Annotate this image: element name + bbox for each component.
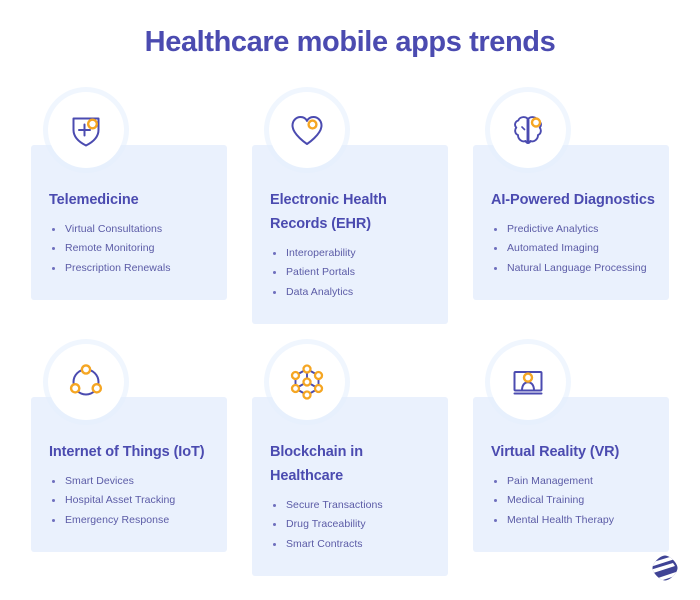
card-title: Virtual Reality (VR) xyxy=(491,444,620,461)
brand-logo-mark xyxy=(651,554,679,582)
heart-icon xyxy=(269,92,345,168)
card-electronic-health-records: Electronic Health Records (EHR) Interope… xyxy=(252,92,448,325)
infographic-root: Healthcare mobile apps trends Telemedici… xyxy=(0,0,700,600)
list-item: Smart Contracts xyxy=(270,535,434,554)
page-title: Healthcare mobile apps trends xyxy=(144,26,556,58)
card-title: Internet of Things (IoT) xyxy=(49,444,205,461)
list-item: Secure Transactions xyxy=(270,496,434,515)
list-item: Prescription Renewals xyxy=(49,259,213,278)
list-item: Drug Traceability xyxy=(270,515,434,534)
blockchain-hexagon-icon xyxy=(269,344,345,421)
card-body: Internet of Things (IoT) Smart Devices H… xyxy=(31,397,227,553)
list-item: Emergency Response xyxy=(49,511,213,530)
cards-grid: Telemedicine Virtual Consultations Remot… xyxy=(31,92,669,577)
card-feature-list: Predictive Analytics Automated Imaging N… xyxy=(491,220,655,278)
card-feature-list: Secure Transactions Drug Traceability Sm… xyxy=(270,496,434,554)
list-item: Patient Portals xyxy=(270,263,434,282)
list-item: Virtual Consultations xyxy=(49,220,213,239)
card-title: AI-Powered Diagnostics xyxy=(491,192,655,208)
list-item: Pain Management xyxy=(491,472,655,491)
vr-screen-icon xyxy=(490,344,566,421)
card-title: Blockchain in Healthcare xyxy=(270,444,363,485)
shield-plus-icon xyxy=(48,92,124,168)
card-feature-list: Pain Management Medical Training Mental … xyxy=(491,472,655,530)
card-virtual-reality: Virtual Reality (VR) Pain Management Med… xyxy=(473,344,669,576)
card-feature-list: Interoperability Patient Portals Data An… xyxy=(270,244,434,302)
card-title: Telemedicine xyxy=(49,192,139,208)
list-item: Smart Devices xyxy=(49,472,213,491)
list-item: Automated Imaging xyxy=(491,239,655,258)
network-circle-icon xyxy=(48,344,124,421)
card-body: Blockchain in Healthcare Secure Transact… xyxy=(252,397,448,577)
card-body: AI-Powered Diagnostics Predictive Analyt… xyxy=(473,145,669,301)
card-body: Telemedicine Virtual Consultations Remot… xyxy=(31,145,227,301)
list-item: Natural Language Processing xyxy=(491,259,655,278)
card-feature-list: Virtual Consultations Remote Monitoring … xyxy=(49,220,213,278)
card-title: Electronic Health Records (EHR) xyxy=(270,192,387,232)
card-internet-of-things: Internet of Things (IoT) Smart Devices H… xyxy=(31,344,227,576)
card-body: Virtual Reality (VR) Pain Management Med… xyxy=(473,397,669,553)
list-item: Data Analytics xyxy=(270,283,434,302)
list-item: Interoperability xyxy=(270,244,434,263)
list-item: Predictive Analytics xyxy=(491,220,655,239)
list-item: Remote Monitoring xyxy=(49,239,213,258)
list-item: Hospital Asset Tracking xyxy=(49,491,213,510)
card-feature-list: Smart Devices Hospital Asset Tracking Em… xyxy=(49,472,213,530)
card-ai-powered-diagnostics: AI-Powered Diagnostics Predictive Analyt… xyxy=(473,92,669,324)
brain-icon xyxy=(490,92,566,168)
card-blockchain-in-healthcare: Blockchain in Healthcare Secure Transact… xyxy=(252,344,448,577)
card-telemedicine: Telemedicine Virtual Consultations Remot… xyxy=(31,92,227,324)
card-body: Electronic Health Records (EHR) Interope… xyxy=(252,145,448,325)
list-item: Medical Training xyxy=(491,491,655,510)
list-item: Mental Health Therapy xyxy=(491,511,655,530)
